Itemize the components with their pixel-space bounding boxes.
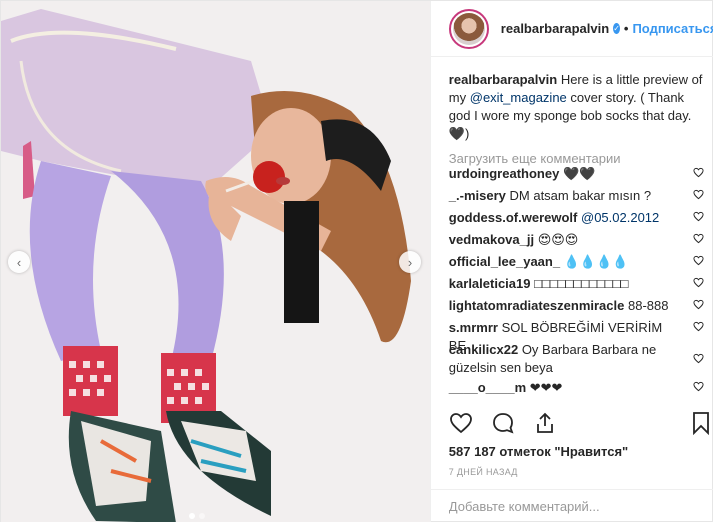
comment-text: 😍😍😍 [537,232,579,247]
post-caption: realbarbarapalvin Here is a little previ… [449,71,704,143]
caption-username[interactable]: realbarbarapalvin [449,72,557,87]
comment-mention-link[interactable]: @05.02.2012 [581,210,659,225]
caption-mention-link[interactable]: @exit_magazine [470,90,567,105]
comment-item: karlaleticia19 □□□□□□□□□□□□ [449,275,704,293]
comment-username[interactable]: official_lee_yaan_ [449,254,560,269]
comment-like-icon[interactable] [693,381,704,392]
heart-icon[interactable] [449,411,473,435]
comment-username[interactable]: goddess.of.werewolf [449,210,578,225]
comment-username[interactable]: cankilicx22 [449,342,518,357]
post-header: realbarbarapalvin ✓ • Подписаться [430,1,713,57]
add-comment-box [430,489,713,522]
comment-username[interactable]: vedmakova_jj [449,232,534,247]
load-more-comments-button[interactable]: Загрузить еще комментарии [449,151,704,166]
add-comment-input[interactable] [448,499,689,514]
comment-text: 88-888 [627,298,669,313]
save-button[interactable] [689,411,713,438]
bookmark-icon [692,412,709,436]
comment-item: cankilicx22 Oy Barbara Barbara ne güzels… [449,341,704,377]
comment-like-icon[interactable] [693,167,704,178]
comment-item: official_lee_yaan_ 💧💧💧💧 [449,253,704,271]
post-actions [449,411,557,435]
header-username[interactable]: realbarbarapalvin [501,21,609,36]
comment-username[interactable]: karlaleticia19 [449,276,531,291]
separator-dot: • [623,21,629,36]
comment-item: goddess.of.werewolf @05.02.2012 [449,209,704,227]
carousel-indicator [189,513,205,519]
comment-like-icon[interactable] [693,321,704,332]
comment-username[interactable]: lightatomradiateszenmiracle [449,298,625,313]
comment-username[interactable]: s.mrmrr [449,320,498,335]
post-side-panel: realbarbarapalvin ✓ • Подписаться realba… [429,1,713,522]
comment-item: vedmakova_jj 😍😍😍 [449,231,704,249]
carousel-prev-button[interactable]: ‹ [8,251,30,273]
comment-like-icon[interactable] [693,233,704,244]
comment-like-icon[interactable] [693,189,704,200]
carousel-dot-active [189,513,195,519]
comment-username[interactable]: urdoingreathoney [449,166,560,181]
comment-text: ❤❤❤ [529,380,563,395]
chevron-right-icon: › [407,254,413,270]
comment-text: 💧💧💧💧 [563,254,629,269]
post-photo[interactable]: ‹ › [1,1,430,522]
comment-icon[interactable] [491,411,515,435]
comment-list: urdoingreathoney 🖤🖤 _.-misery DM atsam b… [449,165,704,405]
comment-like-icon[interactable] [693,353,704,364]
comment-like-icon[interactable] [693,277,704,288]
comment-item: _.-misery DM atsam bakar mısın ? [449,187,704,205]
comments-section: realbarbarapalvin Here is a little previ… [449,71,704,166]
chevron-left-icon: ‹ [16,254,22,270]
follow-button[interactable]: Подписаться [632,21,713,36]
comment-item: lightatomradiateszenmiracle 88-888 [449,297,704,315]
carousel-dot [199,513,205,519]
avatar[interactable] [448,8,489,49]
comment-username[interactable]: _.-misery [449,188,506,203]
comment-username[interactable]: ____o____m [449,380,526,395]
post-timestamp[interactable]: 7 дней назад [449,467,518,477]
comment-item: ____o____m ❤❤❤ [449,379,704,397]
comment-text: DM atsam bakar mısın ? [509,188,652,203]
comment-item: urdoingreathoney 🖤🖤 [449,165,704,183]
verified-badge-icon: ✓ [613,23,620,34]
instagram-post: ‹ › realbarbarapalvin ✓ • Подписаться re… [0,0,713,522]
likes-count[interactable]: 587 187 отметок "Нравится" [449,444,628,459]
carousel-next-button[interactable]: › [399,251,421,273]
share-icon[interactable] [533,411,557,435]
comment-like-icon[interactable] [693,211,704,222]
comment-like-icon[interactable] [693,299,704,310]
comment-text: □□□□□□□□□□□□ [534,276,629,291]
comment-text: 🖤🖤 [562,166,596,181]
photo-illustration [1,1,430,522]
comment-like-icon[interactable] [693,255,704,266]
